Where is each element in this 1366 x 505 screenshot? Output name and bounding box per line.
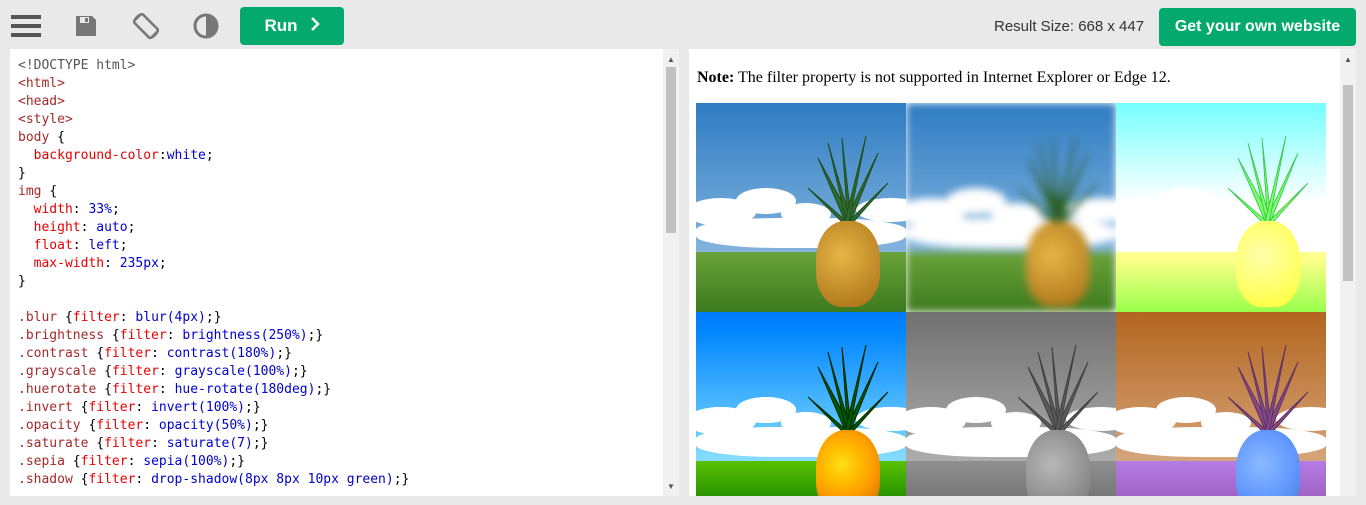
- code-line[interactable]: <!DOCTYPE html>: [18, 57, 409, 75]
- result-scrollbar-thumb[interactable]: [1343, 85, 1353, 281]
- code-line[interactable]: }: [18, 165, 409, 183]
- code-line[interactable]: <head>: [18, 93, 409, 111]
- code-line[interactable]: <style>: [18, 111, 409, 129]
- code-line[interactable]: .huerotate {filter: hue-rotate(180deg);}: [18, 381, 409, 399]
- result-scrollbar[interactable]: ▲: [1340, 49, 1356, 496]
- code-line[interactable]: .contrast {filter: contrast(180%);}: [18, 345, 409, 363]
- run-button[interactable]: Run: [240, 7, 344, 45]
- chevron-right-icon: [310, 16, 320, 36]
- pineapple-image-huerotate: [1116, 312, 1326, 496]
- editor-scrollbar[interactable]: ▲ ▼: [663, 49, 679, 496]
- result-frame: Note: The filter property is not support…: [689, 49, 1356, 496]
- code-line[interactable]: <html>: [18, 75, 409, 93]
- scrollbar-thumb[interactable]: [666, 67, 676, 233]
- code-line[interactable]: width: 33%;: [18, 201, 409, 219]
- menu-icon[interactable]: [10, 10, 42, 42]
- code-line[interactable]: .saturate {filter: saturate(7);}: [18, 435, 409, 453]
- note-body: The filter property is not supported in …: [734, 69, 1171, 86]
- pineapple-image-grayscale: [906, 312, 1116, 496]
- code-line[interactable]: img {: [18, 183, 409, 201]
- code-line[interactable]: .brightness {filter: brightness(250%);}: [18, 327, 409, 345]
- code-line[interactable]: .shadow {filter: drop-shadow(8px 8px 10p…: [18, 471, 409, 489]
- code-line[interactable]: .opacity {filter: opacity(50%);}: [18, 417, 409, 435]
- pineapple-image-blur: [906, 103, 1116, 312]
- code-line[interactable]: body {: [18, 129, 409, 147]
- code-line[interactable]: .sepia {filter: sepia(100%);}: [18, 453, 409, 471]
- note-label: Note:: [697, 69, 735, 86]
- result-scroll-up-icon[interactable]: ▲: [1340, 51, 1356, 67]
- code-line[interactable]: height: auto;: [18, 219, 409, 237]
- code-line[interactable]: float: left;: [18, 237, 409, 255]
- pineapple-image-brightness: [1116, 103, 1326, 312]
- save-icon[interactable]: [70, 10, 102, 42]
- code-content[interactable]: <!DOCTYPE html> <html> <head> <style> body {…: [18, 57, 409, 489]
- run-label: Run: [264, 16, 298, 35]
- note-text: Note: The filter property is not support…: [697, 69, 1171, 87]
- code-line[interactable]: .invert {filter: invert(100%);}: [18, 399, 409, 417]
- contrast-icon[interactable]: [190, 10, 222, 42]
- get-website-button[interactable]: Get your own website: [1159, 8, 1356, 46]
- rotate-icon[interactable]: [130, 10, 162, 42]
- code-line[interactable]: .blur {filter: blur(4px);}: [18, 309, 409, 327]
- toolbar: Run Result Size: 668 x 447 Get your own …: [0, 0, 1366, 48]
- code-editor[interactable]: <!DOCTYPE html> <html> <head> <style> body {…: [10, 49, 679, 496]
- scroll-down-icon[interactable]: ▼: [663, 478, 679, 494]
- code-line[interactable]: max-width: 235px;: [18, 255, 409, 273]
- pineapple-image-contrast: [696, 312, 906, 496]
- pineapple-image: [696, 103, 906, 312]
- code-line[interactable]: }: [18, 273, 409, 291]
- scroll-up-icon[interactable]: ▲: [663, 51, 679, 67]
- code-line[interactable]: background-color:white;: [18, 147, 409, 165]
- code-line[interactable]: .grayscale {filter: grayscale(100%);}: [18, 363, 409, 381]
- code-line[interactable]: [18, 291, 409, 309]
- result-size-label: Result Size: 668 x 447: [994, 18, 1145, 35]
